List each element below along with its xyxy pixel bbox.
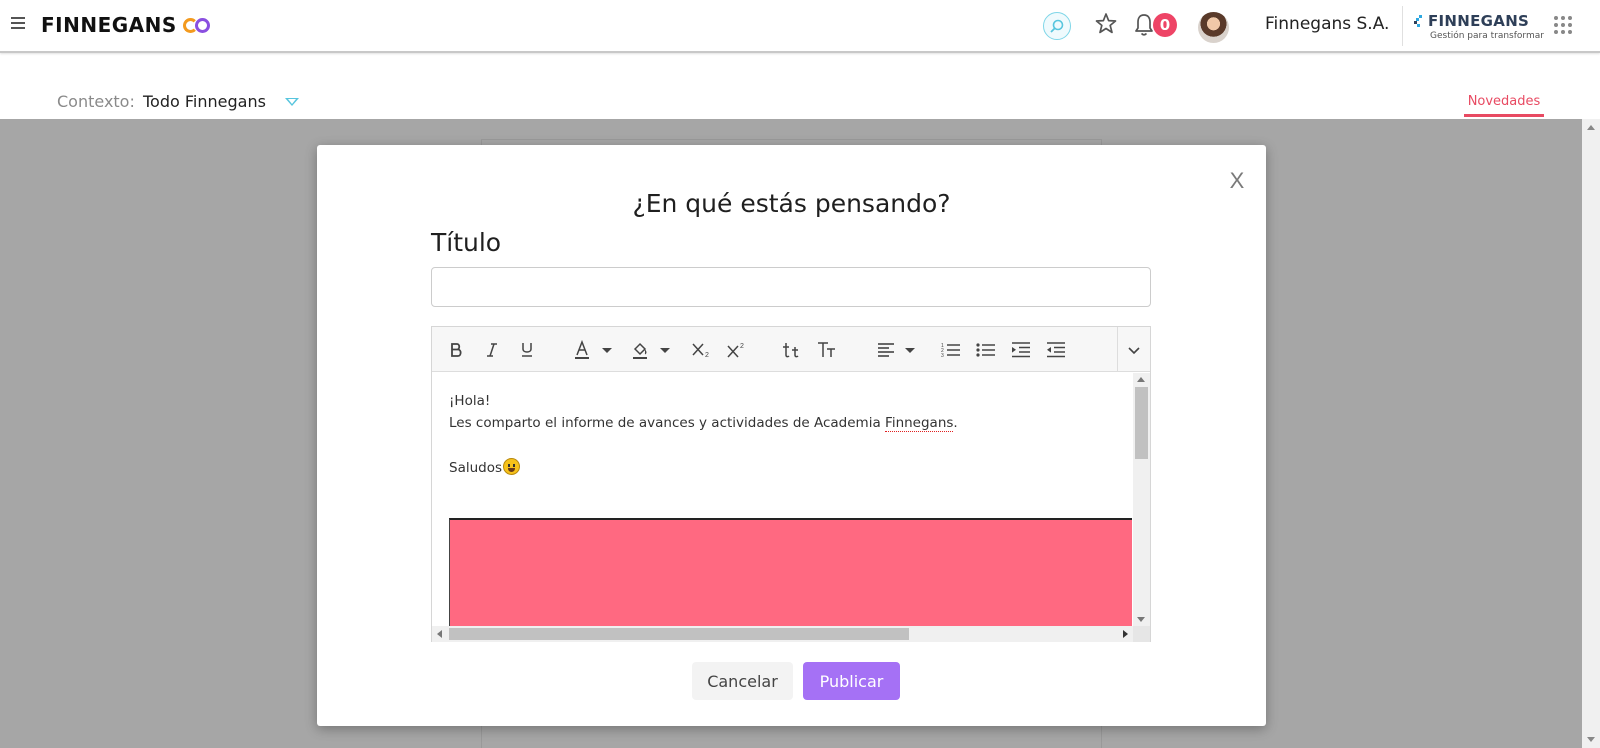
modal-title: ¿En qué estás pensando?: [632, 189, 951, 218]
highlight-color-icon[interactable]: [632, 327, 676, 372]
outdent-icon[interactable]: [1042, 327, 1070, 372]
embedded-image-block[interactable]: [449, 518, 1132, 626]
editor-toolbar: 2 2 123: [432, 327, 1150, 372]
context-selector[interactable]: Todo Finnegans: [143, 92, 266, 111]
cancel-button[interactable]: Cancelar: [692, 662, 793, 700]
editor-line-greeting: ¡Hola!: [449, 393, 491, 409]
small-caps-icon[interactable]: [777, 327, 807, 372]
svg-text:3: 3: [941, 353, 944, 359]
italic-icon[interactable]: [480, 327, 504, 372]
finnegans-logo-tagline: Gestión para transformar: [1430, 31, 1544, 41]
align-icon[interactable]: [877, 327, 921, 372]
search-icon: [1050, 19, 1064, 33]
editor-content[interactable]: ¡Hola! Les comparto el informe de avance…: [432, 373, 1132, 626]
svg-text:2: 2: [740, 343, 744, 350]
more-chevron-icon[interactable]: [1118, 327, 1150, 372]
page-scrollbar[interactable]: [1582, 119, 1600, 748]
editor-body-text: Les comparto el informe de avances y act…: [449, 415, 886, 431]
editor-body-end: .: [953, 415, 958, 431]
editor-closing-text: Saludos: [449, 460, 503, 476]
font-color-icon[interactable]: [574, 327, 618, 372]
indent-icon[interactable]: [1007, 327, 1035, 372]
title-input[interactable]: [431, 267, 1151, 307]
context-label: Contexto:: [57, 92, 135, 111]
caret-down-icon[interactable]: [285, 98, 299, 106]
unordered-list-icon[interactable]: [972, 327, 1000, 372]
misspelled-word: Finnegans: [885, 415, 954, 432]
star-icon[interactable]: [1094, 10, 1118, 38]
superscript-icon[interactable]: 2: [722, 327, 752, 372]
finnegans-logo-text: FINNEGANS: [1428, 12, 1530, 30]
scrollbar-corner: [1133, 626, 1150, 642]
publish-button[interactable]: Publicar: [803, 662, 900, 700]
menu-icon[interactable]: [11, 17, 25, 31]
notification-badge[interactable]: 0: [1153, 13, 1177, 37]
finnegans-logo-icon: [1414, 15, 1422, 27]
svg-text:2: 2: [705, 352, 709, 359]
editor-line-closing: Saludos: [449, 458, 521, 476]
editor-line-body: Les comparto el informe de avances y act…: [449, 415, 958, 432]
subscript-icon[interactable]: 2: [687, 327, 717, 372]
top-header: FINNEGANS 0 Finnegans S.A. FINNEGANS Ges…: [0, 0, 1600, 53]
underline-icon[interactable]: [515, 327, 539, 372]
apps-grid-icon[interactable]: [1554, 16, 1572, 34]
ordered-list-icon[interactable]: 123: [937, 327, 965, 372]
avatar[interactable]: [1198, 12, 1229, 43]
title-label: Título: [431, 228, 502, 257]
bell-icon[interactable]: [1133, 12, 1155, 38]
editor-vertical-scrollbar[interactable]: [1133, 373, 1150, 626]
header-divider: [1402, 6, 1403, 46]
search-button[interactable]: [1043, 12, 1071, 40]
bold-icon[interactable]: [444, 327, 468, 372]
rich-text-editor: 2 2 123 ¡Hola! Les comparto el informe d…: [431, 326, 1151, 642]
brand-name: FINNEGANS: [41, 13, 177, 37]
tab-novedades[interactable]: Novedades: [1464, 94, 1544, 117]
context-bar: Contexto: Todo Finnegans Novedades: [0, 53, 1600, 119]
brand-co-icon: [182, 16, 213, 34]
company-name[interactable]: Finnegans S.A.: [1265, 14, 1389, 34]
uppercase-icon[interactable]: [812, 327, 842, 372]
editor-horizontal-scrollbar[interactable]: [432, 626, 1133, 642]
smiley-emoji-icon: [503, 458, 521, 475]
brand-logo[interactable]: FINNEGANS: [41, 13, 213, 37]
